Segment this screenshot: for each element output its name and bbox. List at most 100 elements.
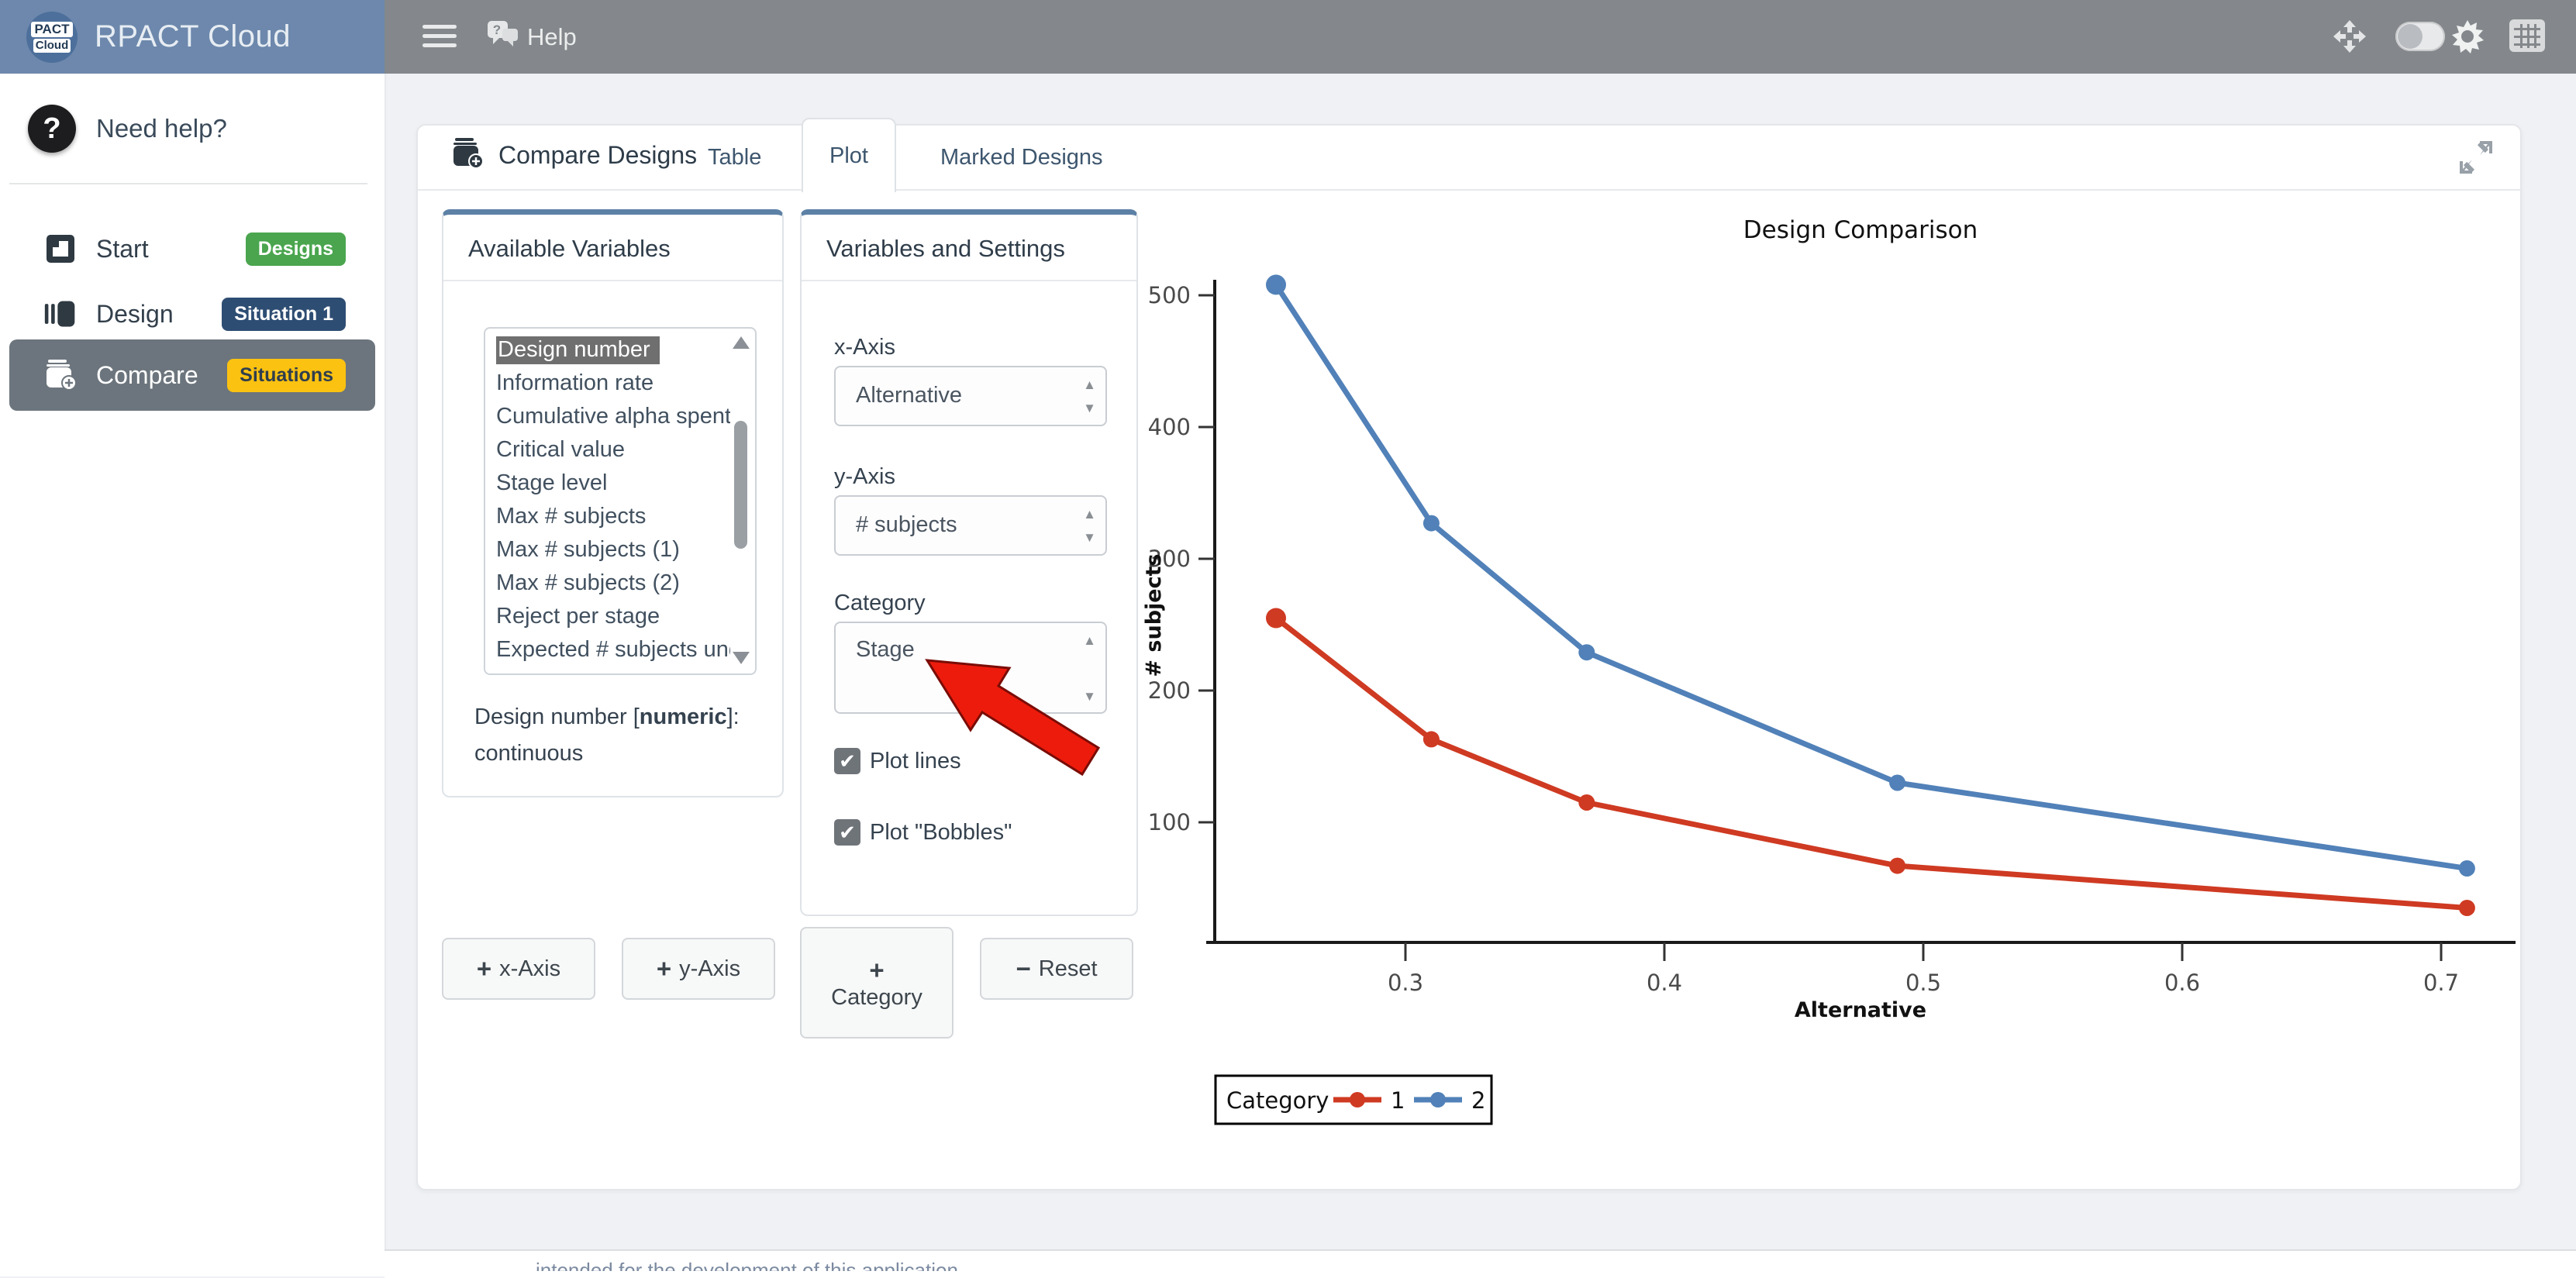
data-point (1578, 794, 1595, 811)
settings-gear-icon[interactable] (2450, 19, 2485, 58)
compare-designs-icon (450, 136, 485, 174)
design-comparison-chart: Design Comparison1002003004005000.30.40.… (1140, 197, 2519, 1135)
tab-marked-designs[interactable]: Marked Designs (914, 126, 1129, 189)
list-item[interactable]: Stage level (485, 467, 730, 500)
list-item[interactable]: Reject per stage (485, 600, 730, 633)
status-badge: Situations (227, 359, 346, 392)
data-point (1889, 775, 1905, 791)
tab-plot[interactable]: Plot (802, 118, 896, 192)
status-badge: Situation 1 (222, 298, 346, 331)
available-variables-panel: Available Variables Design numberInforma… (442, 209, 784, 797)
toggle-knob (2398, 24, 2423, 49)
logo-text-2: Cloud (33, 39, 71, 53)
series-line (1276, 284, 2467, 868)
sidebar-item-start[interactable]: StartDesigns (9, 213, 375, 284)
sidebar-item-compare[interactable]: Compare Situations (9, 339, 375, 411)
menu-toggle-icon[interactable] (422, 25, 457, 50)
tab-table[interactable]: Table (681, 126, 788, 189)
x-axis-select[interactable]: Alternative ▲ ▼ (834, 366, 1107, 426)
svg-text:100: 100 (1148, 809, 1191, 835)
start-icon (43, 232, 78, 266)
plus-icon: + (869, 956, 884, 985)
legend-entry: 2 (1471, 1087, 1485, 1114)
category-value: Stage (856, 637, 915, 663)
list-item[interactable]: Expected # subjects under H0 (485, 633, 730, 667)
x-axis-label: x-Axis (834, 335, 895, 360)
add-y-axis-button[interactable]: + y-Axis (622, 938, 775, 1000)
data-point (1578, 644, 1595, 660)
apps-grid-icon[interactable] (2509, 19, 2546, 57)
list-item[interactable]: Max # subjects (2) (485, 567, 730, 600)
variables-listbox[interactable]: Design numberInformation rateCumulative … (484, 327, 757, 675)
logo-text-1: PACT (31, 22, 72, 37)
data-point (2459, 860, 2475, 877)
x-axis-title: Alternative (1795, 998, 1926, 1022)
svg-text:500: 500 (1148, 282, 1191, 308)
spinner-up-icon[interactable]: ▲ (1083, 378, 1096, 391)
chart-svg: Design Comparison1002003004005000.30.40.… (1140, 197, 2519, 1135)
y-axis-value: # subjects (856, 512, 957, 538)
data-point (1889, 858, 1905, 874)
checkbox-check-icon: ✔ (834, 819, 860, 846)
spinner-down-icon[interactable]: ▼ (1083, 401, 1096, 415)
list-item[interactable]: Max # subjects (485, 500, 730, 533)
add-x-axis-button[interactable]: + x-Axis (442, 938, 595, 1000)
brand-header: PACT Cloud RPACT Cloud (0, 0, 385, 74)
plus-icon: + (477, 954, 491, 983)
reset-button[interactable]: − Reset (980, 938, 1133, 1000)
data-point (1423, 731, 1440, 747)
expand-card-icon[interactable] (2457, 138, 2495, 181)
card-title: Compare Designs (498, 141, 697, 170)
add-category-button[interactable]: + Category (800, 927, 953, 1039)
need-help-label: Need help? (96, 114, 227, 143)
scroll-thumb[interactable] (734, 421, 747, 549)
theme-toggle[interactable] (2395, 22, 2445, 51)
status-badge: Designs (246, 233, 346, 266)
rpact-cloud-app: { "brand": { "title": "RPACT Cloud", "lo… (0, 0, 2576, 1276)
card-header: Compare Designs TablePlotMarked Designs (418, 126, 2520, 191)
rpact-logo[interactable]: PACT Cloud (26, 12, 78, 63)
data-point (2459, 900, 2475, 916)
listbox-scrollbar[interactable] (730, 332, 752, 670)
variables-settings-panel: Variables and Settings x-Axis Alternativ… (800, 209, 1138, 916)
svg-text:0.4: 0.4 (1647, 970, 1682, 996)
series-line (1276, 618, 2467, 908)
svg-text:0.5: 0.5 (1905, 970, 1941, 996)
svg-text:400: 400 (1148, 414, 1191, 440)
list-item[interactable]: Expected # subjects under H1 (485, 667, 730, 675)
footer-text-clipped: intended for the development of this app… (536, 1259, 958, 1271)
chart-title: Design Comparison (1743, 216, 1978, 244)
sidebar: ? Need help? StartDesigns Design Situation… (0, 74, 386, 1276)
y-axis-title: # subjects (1142, 553, 1166, 677)
y-axis-label: y-Axis (834, 464, 895, 490)
sidebar-item-label: Compare (96, 361, 198, 390)
spinner-up-icon[interactable]: ▲ (1083, 508, 1096, 521)
list-item[interactable]: Information rate (485, 367, 730, 400)
top-bar: ? Help (0, 0, 2576, 74)
list-item[interactable]: Cumulative alpha spent (485, 400, 730, 433)
svg-text:200: 200 (1148, 677, 1191, 704)
page-footer: intended for the development of this app… (385, 1249, 2576, 1278)
question-mark-icon: ? (28, 105, 76, 153)
svg-text:0.7: 0.7 (2423, 970, 2459, 996)
plot-bobbles-checkbox[interactable]: ✔ Plot "Bobbles" (834, 819, 1012, 846)
sidebar-item-label: Design (96, 300, 174, 329)
spinner-down-icon[interactable]: ▼ (1083, 531, 1096, 544)
y-axis-select[interactable]: # subjects ▲ ▼ (834, 495, 1107, 556)
help-button[interactable]: ? Help (487, 19, 577, 56)
legend-title: Category (1226, 1087, 1329, 1114)
data-point (1266, 608, 1286, 629)
need-help-link[interactable]: ? Need help? (0, 105, 385, 153)
help-chat-icon: ? (487, 19, 527, 55)
scroll-up-icon[interactable] (733, 336, 750, 349)
scroll-down-icon[interactable] (733, 652, 750, 664)
plot-bobbles-label: Plot "Bobbles" (870, 820, 1012, 846)
data-point (1423, 515, 1440, 532)
design-icon (43, 297, 78, 331)
svg-text:0.6: 0.6 (2164, 970, 2200, 996)
fullscreen-arrows-icon[interactable] (2332, 19, 2367, 58)
list-item[interactable]: Design number (485, 333, 730, 367)
list-item[interactable]: Critical value (485, 433, 730, 467)
list-item[interactable]: Max # subjects (1) (485, 533, 730, 567)
sidebar-divider (9, 183, 367, 184)
